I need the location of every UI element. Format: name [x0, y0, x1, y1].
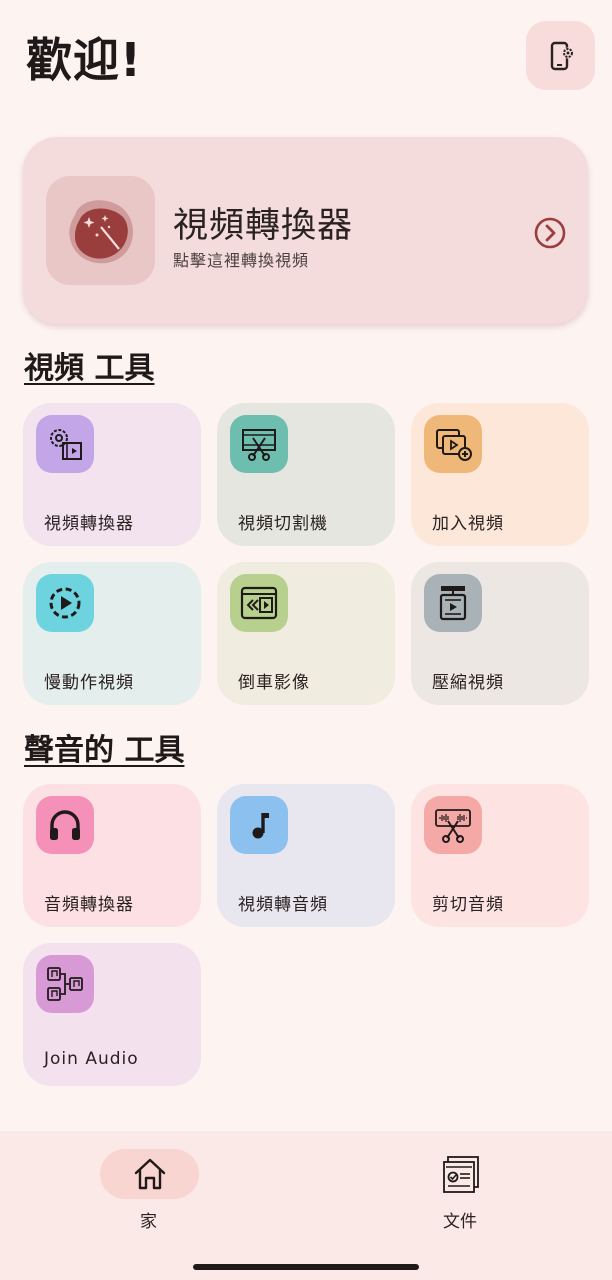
bottom-navigation: 家 文件 — [0, 1131, 612, 1280]
tile-join-audio[interactable]: Join Audio — [23, 943, 201, 1086]
nav-files-label: 文件 — [443, 1212, 477, 1232]
tile-reverse-video[interactable]: 倒車影像 — [217, 562, 395, 705]
home-icon — [134, 1158, 165, 1190]
video-converter-card[interactable]: 視頻轉換器 點擊這裡轉換視頻 — [23, 137, 588, 324]
tile-icon-box — [36, 415, 94, 473]
tile-label: 慢動作視頻 — [44, 673, 134, 693]
settings-button[interactable] — [526, 21, 595, 90]
headphones-icon — [50, 810, 80, 840]
tile-slow-motion[interactable]: 慢動作視頻 — [23, 562, 201, 705]
tile-icon-box — [36, 796, 94, 854]
compress-video-icon — [439, 586, 467, 621]
nav-home-button[interactable] — [100, 1149, 199, 1199]
tile-label: 壓縮視頻 — [432, 673, 504, 693]
page-title: 歡迎! — [26, 33, 142, 87]
tile-icon-box — [36, 574, 94, 632]
rewind-video-icon — [240, 586, 278, 620]
tile-label: 音頻轉換器 — [44, 895, 134, 915]
tile-video-cutter[interactable]: 視頻切割機 — [217, 403, 395, 546]
tile-icon-box — [424, 574, 482, 632]
home-indicator[interactable] — [193, 1264, 419, 1270]
hero-subtitle: 點擊這裡轉換視頻 — [173, 251, 310, 270]
chevron-right-circle-icon[interactable] — [533, 216, 567, 250]
tile-compress-video[interactable]: 壓縮視頻 — [411, 562, 589, 705]
video-settings-icon — [50, 429, 82, 460]
tile-icon-box — [424, 796, 482, 854]
tile-cut-audio[interactable]: 剪切音頻 — [411, 784, 589, 927]
hero-title: 視頻轉換器 — [173, 206, 354, 246]
tile-label: Join Audio — [44, 1049, 139, 1069]
tile-icon-box — [230, 796, 288, 854]
tile-video-converter[interactable]: 視頻轉換器 — [23, 403, 201, 546]
film-scissors-icon — [242, 429, 276, 461]
tile-label: 視頻切割機 — [238, 514, 328, 534]
audio-scissors-icon — [435, 809, 471, 843]
music-note-icon — [252, 813, 269, 839]
tile-icon-box — [230, 415, 288, 473]
add-video-icon — [436, 429, 472, 461]
tile-label: 加入視頻 — [432, 514, 504, 534]
slow-motion-icon — [49, 587, 81, 619]
tile-icon-box — [36, 955, 94, 1013]
tile-label: 倒車影像 — [238, 673, 310, 693]
phone-settings-icon — [550, 41, 573, 70]
files-icon[interactable] — [440, 1153, 484, 1197]
hero-icon-box — [46, 176, 155, 285]
magic-wand-icon — [68, 199, 133, 263]
tile-video-to-audio[interactable]: 視頻轉音頻 — [217, 784, 395, 927]
video-tools-heading: 視頻 工具 — [24, 351, 155, 386]
tile-icon-box — [230, 574, 288, 632]
tile-label: 視頻轉音頻 — [238, 895, 328, 915]
tile-label: 剪切音頻 — [432, 895, 504, 915]
tile-icon-box — [424, 415, 482, 473]
tile-label: 視頻轉換器 — [44, 514, 134, 534]
nav-home-label: 家 — [140, 1212, 157, 1232]
tile-join-video[interactable]: 加入視頻 — [411, 403, 589, 546]
audio-tools-heading: 聲音的 工具 — [24, 733, 185, 768]
join-audio-icon — [47, 967, 83, 1001]
tile-audio-converter[interactable]: 音頻轉換器 — [23, 784, 201, 927]
